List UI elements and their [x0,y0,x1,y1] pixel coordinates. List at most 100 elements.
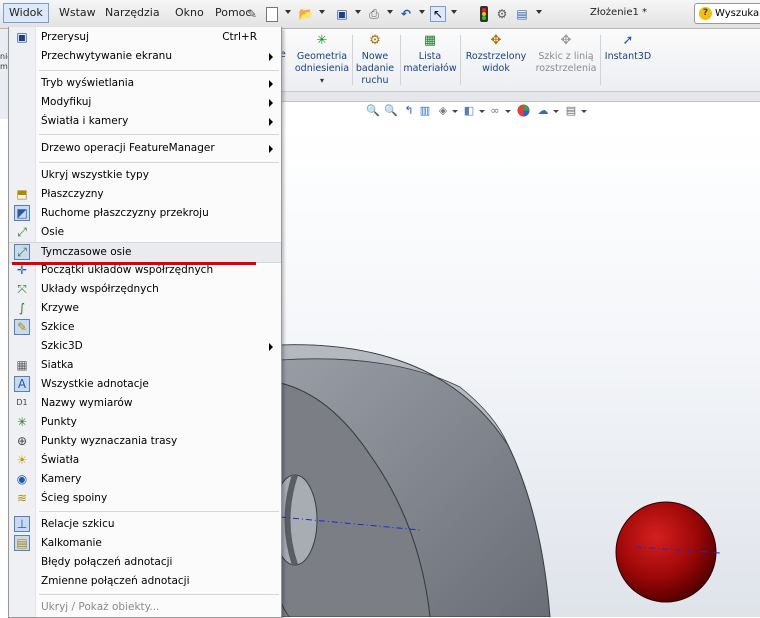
view-settings-icon[interactable]: ▤ [564,104,578,118]
menu-item-label: Światła [41,454,80,466]
menu-item-krzywe[interactable]: ∫ Krzywe [9,299,281,318]
model-render [280,344,721,617]
red-highlight-underline [12,262,256,265]
new-motion-study-button[interactable]: ⚙ Nowe badanie ruchu [354,33,396,87]
menu-item-ukryj-pokaz-obiekty[interactable]: Ukryj / Pokaż obiekty... [9,598,281,617]
menu-item-kalkomanie[interactable]: ▤ Kalkomanie [9,534,281,553]
explode-line-sketch-button[interactable]: ✥ Szkic z linią rozstrzelenia [532,33,600,75]
exploded-view-button[interactable]: ✥ Rozstrzelony widok [462,33,530,75]
apply-scene-icon[interactable]: ☁ [536,104,550,118]
menu-item-label: Modyfikuj [41,96,92,108]
submenu-arrow-icon [269,343,273,351]
menu-item-tymczasowe-osie[interactable]: ⤢ Tymczasowe osie [9,242,281,263]
display-style-icon[interactable]: ◧ [462,104,476,118]
previous-view-icon[interactable]: ↰ [402,104,416,118]
search-box[interactable]: ? Wyszuka [694,3,760,24]
options-icon[interactable]: ⚙ [494,6,510,22]
ribbon-separator [352,35,353,85]
menu-item-label: Nazwy wymiarów [41,397,133,409]
instant3d-label: Instant3D [604,51,652,62]
menu-separator [39,594,279,595]
save-icon[interactable]: ▣ [334,6,350,22]
ribbon-separator [460,35,461,85]
open-dropdown-icon[interactable] [319,10,325,14]
new-document-icon[interactable] [266,7,278,22]
menu-item-scieg-spoiny[interactable]: ≋ Ścieg spoiny [9,489,281,508]
menu-okno[interactable]: Okno [170,4,209,22]
menu-wstaw[interactable]: Wstaw [54,4,101,22]
menu-item-bledy-polaczen[interactable]: Błędy połączeń adnotacji [9,553,281,572]
menu-item-przerysuj[interactable]: ▣ Przerysuj Ctrl+R [9,28,281,47]
bill-of-materials-button[interactable]: ▦ Lista materiałów [402,33,458,75]
motion-label1: Nowe [361,51,389,62]
submenu-arrow-icon [269,53,273,61]
menu-item-zmienne-polaczen[interactable]: Zmienne połączeń adnotacji [9,572,281,591]
traffic-light-icon[interactable] [476,6,492,22]
display-style-dropdown-icon[interactable] [479,110,485,113]
select-cursor-icon[interactable]: ↖ [430,6,446,22]
menu-item-swiatla-i-kamery[interactable]: Światła i kamery [9,112,281,131]
pin-icon[interactable]: ✎ [244,6,260,22]
menu-item-plaszczyzny[interactable]: ⬒ Płaszczyzny [9,185,281,204]
curves-icon: ∫ [18,301,26,315]
menu-item-nazwy-wymiarow[interactable]: D1 Nazwy wymiarów [9,394,281,413]
hide-show-dropdown-icon[interactable] [505,110,511,113]
menu-item-wszystkie-adnotacje[interactable]: A Wszystkie adnotacje [9,375,281,394]
view-settings-dropdown-icon[interactable] [581,110,587,113]
menu-item-tryb-wyswietlania[interactable]: Tryb wyświetlania [9,74,281,93]
menu-separator [39,134,279,135]
window-options-dropdown-icon[interactable] [536,10,542,14]
menu-separator [39,70,279,71]
decals-icon: ▤ [14,535,30,551]
menu-item-szkic3d[interactable]: Szkic3D [9,337,281,356]
menu-item-modyfikuj[interactable]: Modyfikuj [9,93,281,112]
select-dropdown-icon[interactable] [451,10,457,14]
save-dropdown-icon[interactable] [355,10,361,14]
menu-item-ukryj-wszystkie-typy[interactable]: Ukryj wszystkie typy [9,166,281,185]
print-icon[interactable]: ⎙ [366,6,382,22]
hide-show-items-icon[interactable]: ∞ [488,104,502,118]
zoom-to-fit-icon[interactable]: 🔍 [366,104,380,118]
menu-item-kamery[interactable]: ◉ Kamery [9,470,281,489]
section-view-icon[interactable]: ▥ [418,104,432,118]
instant3d-button[interactable]: ➚ Instant3D [602,33,654,63]
menu-item-label: Ścieg spoiny [41,492,108,504]
menu-item-szkice[interactable]: ✎ Szkice [9,318,281,337]
new-dropdown-icon[interactable] [285,10,291,14]
zoom-area-icon[interactable]: 🔍 [384,104,398,118]
undo-dropdown-icon[interactable] [419,10,425,14]
menu-item-swiatla[interactable]: ☀ Światła [9,451,281,470]
menu-separator [39,162,279,163]
menu-widok[interactable]: Widok [3,3,49,23]
instant3d-icon: ➚ [622,33,634,48]
submenu-arrow-icon [269,99,273,107]
cameras-icon: ◉ [16,472,28,486]
menu-item-osie[interactable]: ⤢ Osie [9,223,281,242]
motion-icon: ⚙ [369,33,381,48]
menu-item-siatka[interactable]: ▦ Siatka [9,356,281,375]
weld-bead-icon: ≋ [16,491,28,505]
menu-item-uklady-wspolrzednych[interactable]: ⤧ Układy współrzędnych [9,280,281,299]
open-folder-icon[interactable]: 📂 [298,6,314,22]
apply-scene-dropdown-icon[interactable] [553,110,559,113]
menu-item-punkty-wyznaczania-trasy[interactable]: ⊕ Punkty wyznaczania trasy [9,432,281,451]
menu-item-punkty[interactable]: ✳ Punkty [9,413,281,432]
edit-appearance-icon[interactable] [516,104,530,118]
graphics-area[interactable] [280,125,760,617]
view-orientation-dropdown-icon[interactable] [452,110,458,113]
reference-geometry-button[interactable]: ✳ Geometria odniesienia ▾ [292,33,352,87]
menu-item-ruchome-plaszczyzny[interactable]: ◩ Ruchome płaszczyzny przekroju [9,204,281,223]
undo-icon[interactable]: ↶ [398,6,414,22]
print-dropdown-icon[interactable] [387,10,393,14]
menu-item-relacje-szkicu[interactable]: ⊥ Relacje szkicu [9,515,281,534]
bom-label1: Lista [418,51,442,62]
dimension-names-icon: D1 [16,398,28,407]
menu-item-drzewo-operacji[interactable]: Drzewo operacji FeatureManager [9,139,281,158]
menu-item-label: Kalkomanie [41,537,102,549]
menu-narzedzia[interactable]: Narzędzia [100,4,165,22]
menu-item-przechwytywanie-ekranu[interactable]: Przechwytywanie ekranu [9,47,281,66]
window-options-icon[interactable]: ▤ [514,6,530,22]
menu-item-label: Szkice [41,321,75,333]
view-orientation-icon[interactable]: ◈ [436,104,450,118]
explode-sketch-label2: rozstrzelenia [535,63,597,74]
